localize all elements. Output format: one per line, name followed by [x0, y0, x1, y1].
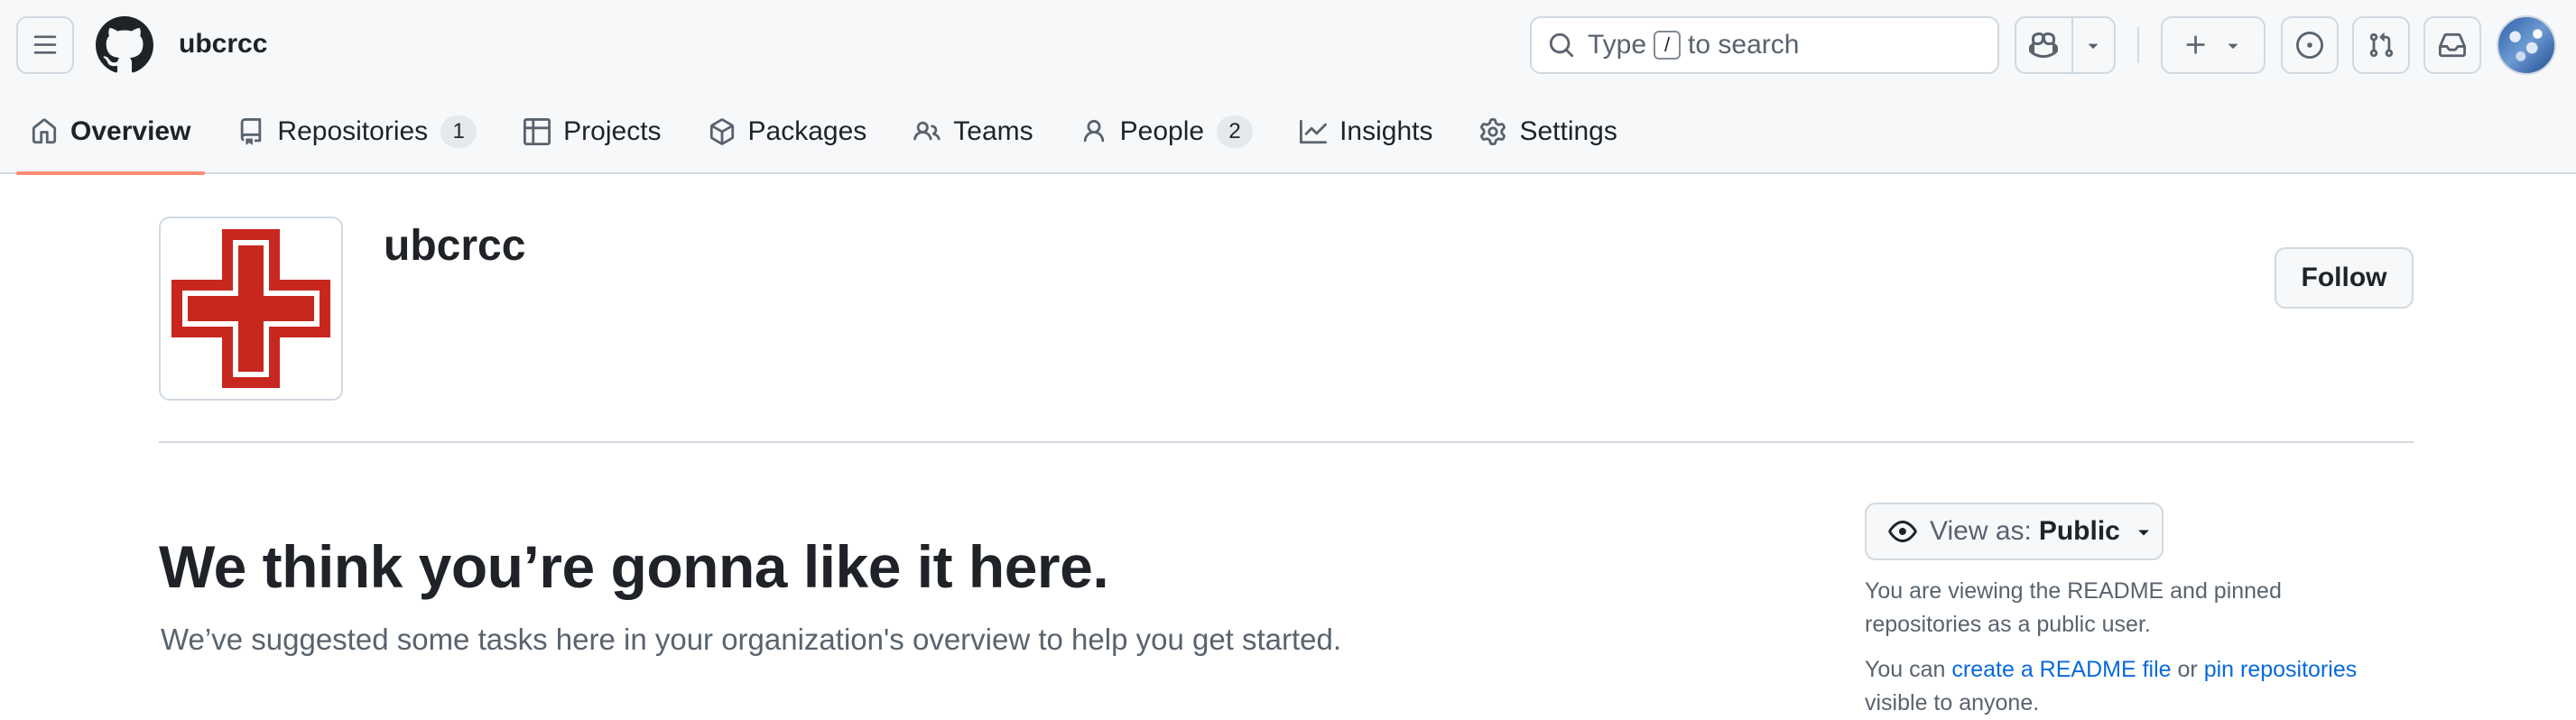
copilot-dropdown-button[interactable]: [2073, 18, 2114, 72]
view-as-dropdown[interactable]: View as: Public: [1865, 503, 2164, 560]
triangle-down-icon: [2228, 43, 2238, 49]
copilot-icon: [2029, 32, 2059, 59]
tab-label: Overview: [70, 116, 191, 146]
tab-settings[interactable]: Settings: [1465, 106, 1631, 157]
org-nav-tabs: Overview Repositories 1 Projects Package…: [16, 106, 1650, 175]
hamburger-icon: [33, 35, 57, 54]
search-icon: [1549, 32, 1574, 58]
readme-hint: You can create a README file or pin repo…: [1865, 657, 2358, 715]
create-readme-link[interactable]: create a README file: [1951, 657, 2171, 682]
tab-label: Repositories: [277, 116, 429, 146]
view-as-label: View as:: [1930, 516, 2032, 546]
repositories-count-badge: 1: [440, 115, 477, 148]
table-icon: [524, 118, 551, 145]
issues-button[interactable]: [2281, 16, 2339, 74]
home-icon: [32, 118, 57, 144]
tab-overview[interactable]: Overview: [16, 106, 206, 175]
plus-icon: [2186, 35, 2205, 54]
tab-people[interactable]: People 2: [1066, 106, 1267, 157]
tab-label: Settings: [1519, 116, 1617, 146]
follow-button[interactable]: Follow: [2275, 247, 2414, 309]
tab-label: Packages: [747, 116, 867, 146]
repo-icon: [241, 118, 262, 145]
header-divider: [2137, 27, 2139, 63]
tab-insights[interactable]: Insights: [1285, 106, 1447, 157]
pull-requests-button[interactable]: [2352, 16, 2410, 74]
org-breadcrumb[interactable]: ubcrcc: [179, 29, 267, 60]
copilot-button-group: [2015, 16, 2116, 74]
tab-label: Insights: [1339, 116, 1433, 146]
section-divider: [159, 441, 2414, 443]
tab-projects[interactable]: Projects: [509, 106, 675, 157]
search-placeholder: Type / to search: [1588, 30, 1800, 60]
people-count-badge: 2: [1217, 115, 1254, 148]
gear-icon: [1480, 118, 1506, 145]
search-input[interactable]: Type / to search: [1530, 16, 1999, 74]
welcome-subtitle: We’ve suggested some tasks here in your …: [161, 623, 1342, 656]
issue-opened-icon: [2296, 32, 2323, 59]
create-new-button[interactable]: [2161, 16, 2266, 74]
git-pull-request-icon: [2369, 32, 2394, 58]
tab-label: Projects: [563, 116, 662, 146]
menu-button[interactable]: [16, 16, 74, 74]
tab-label: Teams: [953, 116, 1033, 146]
global-header: ubcrcc Type / to search Overview Reposit…: [0, 0, 2576, 175]
inbox-button[interactable]: [2423, 16, 2481, 74]
tab-packages[interactable]: Packages: [694, 106, 882, 157]
person-icon: [1083, 119, 1104, 143]
github-logo-icon[interactable]: [96, 16, 153, 74]
red-cross-logo-icon: [171, 229, 330, 388]
org-name: ubcrcc: [384, 222, 526, 270]
view-as-description: You are viewing the README and pinned re…: [1865, 578, 2282, 637]
pin-repositories-link[interactable]: pin repositories: [2204, 657, 2358, 682]
tab-teams[interactable]: Teams: [899, 106, 1047, 157]
graph-icon: [1300, 119, 1328, 144]
eye-icon: [1888, 521, 1917, 542]
tab-repositories[interactable]: Repositories 1: [223, 106, 491, 157]
search-shortcut-key: /: [1654, 31, 1682, 60]
org-avatar[interactable]: [159, 217, 343, 401]
package-icon: [709, 118, 734, 145]
triangle-down-icon: [2138, 530, 2149, 536]
user-avatar[interactable]: [2497, 15, 2556, 75]
tab-label: People: [1119, 116, 1205, 146]
people-icon: [913, 121, 941, 141]
copilot-button[interactable]: [2016, 18, 2073, 72]
inbox-icon: [2439, 32, 2466, 58]
welcome-heading: We think you’re gonna like it here.: [159, 533, 1109, 600]
triangle-down-icon: [2089, 43, 2099, 49]
view-as-value: Public: [2038, 516, 2120, 546]
